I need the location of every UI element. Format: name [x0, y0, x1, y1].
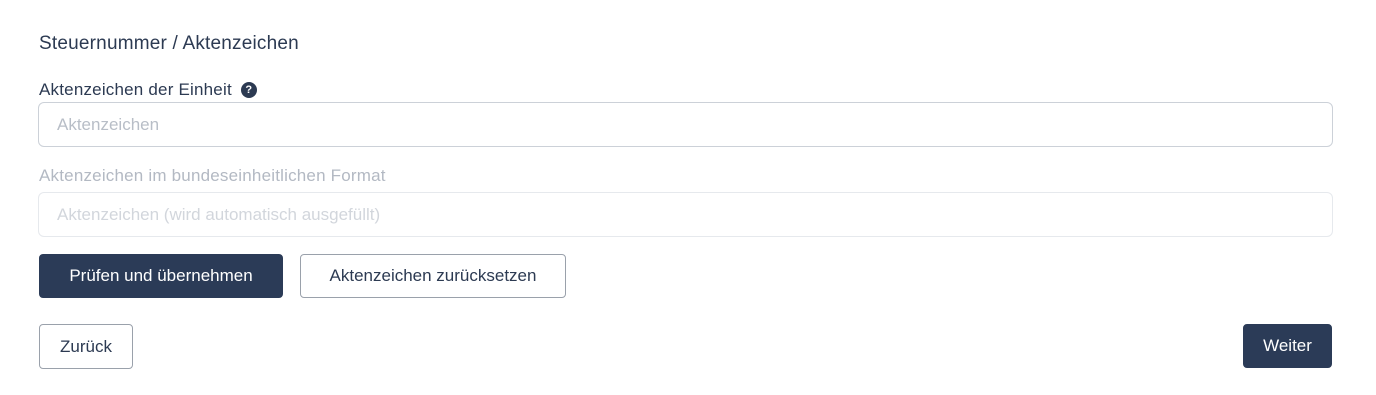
section-title: Steuernummer / Aktenzeichen — [39, 33, 299, 54]
help-icon[interactable]: ? — [240, 82, 257, 98]
bundesformat-input — [38, 192, 1333, 237]
form-container: Steuernummer / Aktenzeichen Aktenzeichen… — [0, 0, 1376, 395]
check-and-apply-button[interactable]: Prüfen und übernehmen — [39, 254, 283, 298]
next-button[interactable]: Weiter — [1243, 324, 1332, 368]
reset-aktenzeichen-button[interactable]: Aktenzeichen zurücksetzen — [300, 254, 566, 298]
bundesformat-label-text: Aktenzeichen im bundeseinheitlichen Form… — [39, 166, 386, 185]
einheit-field-label: Aktenzeichen der Einheit ? — [39, 80, 257, 100]
aktenzeichen-input[interactable] — [38, 102, 1333, 147]
bundesformat-field-label: Aktenzeichen im bundeseinheitlichen Form… — [39, 166, 386, 186]
back-button[interactable]: Zurück — [39, 324, 133, 369]
einheit-label-text: Aktenzeichen der Einheit — [39, 80, 232, 99]
